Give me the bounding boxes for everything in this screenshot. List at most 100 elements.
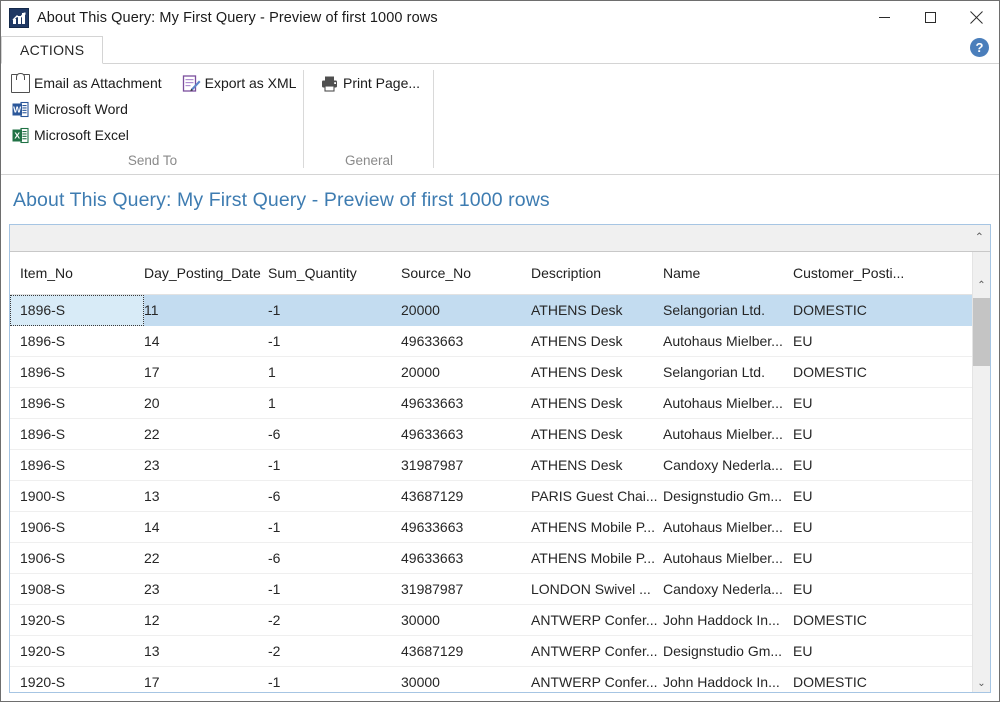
help-icon[interactable]: ? — [970, 38, 989, 57]
table-cell[interactable]: 1920-S — [10, 674, 144, 690]
table-cell[interactable]: 49633663 — [401, 333, 531, 349]
table-cell[interactable]: ANTWERP Confer... — [531, 612, 663, 628]
table-cell[interactable]: 20000 — [401, 302, 531, 318]
export-as-xml-button[interactable]: Export as XML — [182, 70, 305, 96]
table-cell[interactable]: 13 — [144, 488, 268, 504]
table-cell[interactable]: LONDON Swivel ... — [531, 581, 663, 597]
table-cell[interactable]: 49633663 — [401, 550, 531, 566]
scrollbar-thumb[interactable] — [973, 298, 990, 366]
microsoft-excel-button[interactable]: X Microsoft Excel — [11, 122, 304, 148]
table-cell[interactable]: Selangorian Ltd. — [663, 364, 793, 380]
table-cell[interactable]: EU — [793, 426, 953, 442]
email-as-attachment-button[interactable]: Email as Attachment — [11, 70, 170, 96]
table-cell[interactable]: John Haddock In... — [663, 612, 793, 628]
table-cell[interactable]: Candoxy Nederla... — [663, 457, 793, 473]
vertical-scrollbar[interactable]: ⌃ ⌄ — [972, 252, 990, 692]
table-cell[interactable]: 1896-S — [10, 426, 144, 442]
table-cell[interactable]: Candoxy Nederla... — [663, 581, 793, 597]
table-cell[interactable]: ATHENS Desk — [531, 426, 663, 442]
table-cell[interactable]: ATHENS Desk — [531, 395, 663, 411]
scroll-up-button[interactable]: ⌃ — [973, 277, 990, 294]
table-cell[interactable]: -1 — [268, 302, 401, 318]
table-cell[interactable]: John Haddock In... — [663, 674, 793, 690]
table-cell[interactable]: 1920-S — [10, 612, 144, 628]
print-page-button[interactable]: Print Page... — [320, 70, 434, 96]
table-row[interactable]: 1900-S 13 -6 43687129 PARIS Guest Chai... Des… — [10, 481, 972, 512]
table-cell[interactable]: EU — [793, 488, 953, 504]
grid-column-header[interactable]: Day_Posting_Date — [144, 265, 268, 281]
table-cell[interactable]: EU — [793, 581, 953, 597]
table-cell[interactable]: 13 — [144, 643, 268, 659]
table-cell[interactable]: ANTWERP Confer... — [531, 674, 663, 690]
grid-column-header[interactable]: Sum_Quantity — [268, 265, 401, 281]
table-cell[interactable]: EU — [793, 333, 953, 349]
table-cell[interactable]: 1 — [268, 395, 401, 411]
grid-column-header[interactable]: Source_No — [401, 265, 531, 281]
table-cell[interactable]: 20 — [144, 395, 268, 411]
table-cell[interactable]: 20000 — [401, 364, 531, 380]
table-cell[interactable]: 1896-S — [10, 395, 144, 411]
chevron-up-icon[interactable]: ⌃ — [975, 232, 984, 244]
table-cell[interactable]: 14 — [144, 333, 268, 349]
table-row[interactable]: 1896-S 23 -1 31987987 ATHENS Desk Candoxy Ned… — [10, 450, 972, 481]
table-row[interactable]: 1920-S 17 -1 30000 ANTWERP Confer... John Had… — [10, 667, 972, 692]
table-cell[interactable]: 14 — [144, 519, 268, 535]
table-row[interactable]: 1906-S 22 -6 49633663 ATHENS Mobile P... Auto… — [10, 543, 972, 574]
table-cell[interactable]: -6 — [268, 550, 401, 566]
table-cell[interactable]: Autohaus Mielber... — [663, 426, 793, 442]
table-cell[interactable]: -2 — [268, 643, 401, 659]
grid-column-header[interactable]: Customer_Posti... — [793, 265, 953, 281]
minimize-button[interactable] — [861, 1, 907, 34]
table-cell[interactable]: 30000 — [401, 674, 531, 690]
table-cell[interactable]: -2 — [268, 612, 401, 628]
table-cell[interactable]: EU — [793, 457, 953, 473]
table-cell[interactable]: 1900-S — [10, 488, 144, 504]
table-cell[interactable]: ATHENS Desk — [531, 364, 663, 380]
table-cell[interactable]: 17 — [144, 674, 268, 690]
table-cell[interactable]: 30000 — [401, 612, 531, 628]
grid-column-header[interactable]: Description — [531, 265, 663, 281]
grid-filter-bar[interactable]: ⌃ — [10, 225, 990, 252]
table-row[interactable]: 1920-S 13 -2 43687129 ANTWERP Confer... Desig… — [10, 636, 972, 667]
table-row[interactable]: 1896-S 17 1 20000 ATHENS Desk Selangorian Ltd… — [10, 357, 972, 388]
table-cell[interactable]: ANTWERP Confer... — [531, 643, 663, 659]
table-cell[interactable]: -1 — [268, 674, 401, 690]
table-cell[interactable]: DOMESTIC — [793, 302, 953, 318]
table-cell[interactable]: -6 — [268, 426, 401, 442]
maximize-button[interactable] — [907, 1, 953, 34]
table-cell[interactable]: 49633663 — [401, 519, 531, 535]
table-row[interactable]: 1896-S 22 -6 49633663 ATHENS Desk Autohaus Mi… — [10, 419, 972, 450]
table-cell[interactable]: 23 — [144, 581, 268, 597]
table-cell[interactable]: 43687129 — [401, 488, 531, 504]
table-cell[interactable]: 1896-S — [10, 333, 144, 349]
microsoft-word-button[interactable]: W Microsoft Word — [11, 96, 304, 122]
table-cell[interactable]: 1906-S — [10, 519, 144, 535]
table-cell[interactable]: ATHENS Mobile P... — [531, 519, 663, 535]
table-cell[interactable]: -6 — [268, 488, 401, 504]
table-row[interactable]: 1908-S 23 -1 31987987 LONDON Swivel ... Cando… — [10, 574, 972, 605]
table-cell[interactable]: 31987987 — [401, 457, 531, 473]
table-cell[interactable]: EU — [793, 643, 953, 659]
table-cell[interactable]: 11 — [144, 302, 268, 318]
table-row[interactable]: 1896-S 11 -1 20000 ATHENS Desk Selangorian Lt… — [10, 295, 972, 326]
table-cell[interactable]: Autohaus Mielber... — [663, 395, 793, 411]
table-cell[interactable]: 1908-S — [10, 581, 144, 597]
table-cell[interactable]: -1 — [268, 581, 401, 597]
table-cell[interactable]: Designstudio Gm... — [663, 643, 793, 659]
grid-column-header[interactable]: Item_No — [10, 265, 144, 281]
table-cell[interactable]: DOMESTIC — [793, 364, 953, 380]
close-button[interactable] — [953, 1, 999, 34]
table-cell[interactable]: Autohaus Mielber... — [663, 519, 793, 535]
tab-actions[interactable]: ACTIONS — [1, 36, 104, 64]
table-cell[interactable]: 22 — [144, 426, 268, 442]
table-cell[interactable]: 12 — [144, 612, 268, 628]
table-cell[interactable]: 31987987 — [401, 581, 531, 597]
grid-column-header[interactable]: Name — [663, 265, 793, 281]
table-cell[interactable]: 17 — [144, 364, 268, 380]
table-row[interactable]: 1920-S 12 -2 30000 ANTWERP Confer... John Had… — [10, 605, 972, 636]
table-cell[interactable]: 23 — [144, 457, 268, 473]
table-row[interactable]: 1896-S 14 -1 49633663 ATHENS Desk Autohaus Mi… — [10, 326, 972, 357]
table-cell[interactable]: 49633663 — [401, 395, 531, 411]
table-cell[interactable]: 1 — [268, 364, 401, 380]
table-cell[interactable]: ATHENS Mobile P... — [531, 550, 663, 566]
